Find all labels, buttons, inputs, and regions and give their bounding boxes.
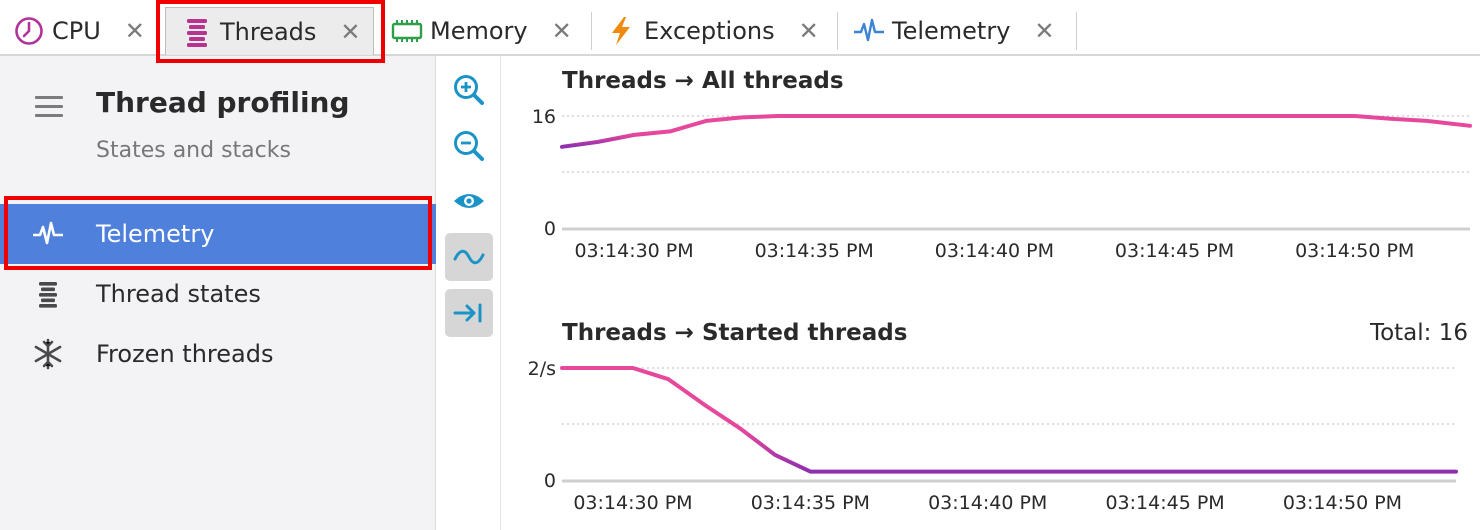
y-tick-label: 2/s — [528, 358, 556, 380]
all-threads-chart[interactable]: 16 0 03:14:30 PM 03:14:35 PM 03:14:40 PM 03:1… — [502, 96, 1480, 326]
sidebar-title: Thread profiling — [96, 86, 350, 119]
sidebar-item-telemetry[interactable]: Telemetry — [0, 204, 436, 264]
zoom-in-button[interactable] — [445, 66, 493, 114]
tab-threads[interactable]: Threads ✕ — [165, 7, 374, 55]
started-threads-chart[interactable]: 2/s 0 03:14:30 PM 03:14:35 PM 03:14:40 PM 03:… — [502, 348, 1480, 528]
scroll-to-end-icon — [453, 303, 482, 323]
sidebar-item-frozen-threads[interactable]: Frozen threads — [0, 324, 436, 384]
sidebar: Thread profiling States and stacks Telem… — [0, 56, 436, 530]
hamburger-menu-icon[interactable] — [35, 96, 63, 117]
zoom-out-button[interactable] — [445, 122, 493, 170]
tab-telemetry[interactable]: Telemetry ✕ — [852, 8, 1055, 54]
pulse-icon — [852, 14, 886, 48]
x-tick-label: 03:14:35 PM — [751, 492, 870, 514]
threads-stack-icon — [30, 276, 66, 312]
tab-label: Telemetry — [892, 17, 1011, 45]
tab-label: CPU — [52, 17, 101, 45]
sidebar-subtitle: States and stacks — [96, 138, 291, 163]
tab-bar: CPU ✕ Threads ✕ Memory ✕ Exceptions ✕ Te… — [0, 0, 1480, 56]
series-line — [560, 366, 1458, 474]
chart-toolbar — [437, 56, 501, 530]
tab-exceptions[interactable]: Exceptions ✕ — [604, 8, 819, 54]
x-tick-label: 03:14:40 PM — [935, 240, 1054, 262]
tab-label: Threads — [220, 17, 317, 46]
started-threads-total: Total: 16 — [1369, 320, 1468, 346]
telemetry-charts: Threads → All threads 16 0 03:14:30 PM 03:1… — [502, 56, 1480, 530]
x-tick-label: 03:14:40 PM — [928, 492, 1047, 514]
snowflake-icon — [30, 336, 66, 372]
y-tick-label: 0 — [544, 470, 556, 492]
close-icon[interactable]: ✕ — [799, 17, 819, 45]
sidebar-item-label: Thread states — [96, 280, 261, 308]
tab-memory[interactable]: Memory ✕ — [390, 8, 572, 54]
close-icon[interactable]: ✕ — [552, 17, 572, 45]
clock-icon — [12, 14, 46, 48]
tab-cpu[interactable]: CPU ✕ — [12, 8, 145, 54]
y-tick-label: 16 — [532, 106, 556, 128]
tab-divider — [591, 12, 592, 50]
zoom-in-icon — [454, 75, 484, 105]
sidebar-item-label: Frozen threads — [96, 340, 274, 368]
x-tick-label: 03:14:35 PM — [755, 240, 874, 262]
close-icon[interactable]: ✕ — [125, 17, 145, 45]
x-tick-label: 03:14:45 PM — [1115, 240, 1234, 262]
tab-label: Memory — [430, 17, 528, 45]
x-tick-label: 03:14:30 PM — [574, 240, 693, 262]
zoom-out-icon — [454, 131, 484, 161]
x-tick-label: 03:14:45 PM — [1105, 492, 1224, 514]
y-tick-label: 0 — [544, 218, 556, 240]
memory-chip-icon — [390, 14, 424, 48]
tab-divider — [837, 12, 838, 50]
tab-divider — [158, 12, 159, 50]
threads-stack-icon — [180, 15, 214, 49]
sidebar-item-thread-states[interactable]: Thread states — [0, 264, 436, 324]
show-all-button[interactable] — [445, 177, 493, 225]
x-tick-label: 03:14:50 PM — [1283, 492, 1402, 514]
eye-icon — [454, 194, 484, 208]
smooth-lines-button[interactable] — [445, 233, 493, 281]
x-tick-label: 03:14:50 PM — [1295, 240, 1414, 262]
chart-title-started-threads: Threads → Started threads — [562, 320, 908, 346]
tab-label: Exceptions — [644, 17, 775, 45]
chart-title-all-threads: Threads → All threads — [562, 68, 844, 94]
close-icon[interactable]: ✕ — [340, 18, 360, 46]
series-line — [560, 114, 1472, 149]
pulse-icon — [30, 216, 66, 252]
tab-divider — [1076, 12, 1077, 50]
x-tick-label: 03:14:30 PM — [573, 492, 692, 514]
lightning-icon — [604, 14, 638, 48]
close-icon[interactable]: ✕ — [1034, 17, 1054, 45]
scroll-to-end-button[interactable] — [445, 289, 493, 337]
smooth-wave-icon — [453, 249, 485, 265]
sidebar-item-label: Telemetry — [96, 220, 215, 248]
